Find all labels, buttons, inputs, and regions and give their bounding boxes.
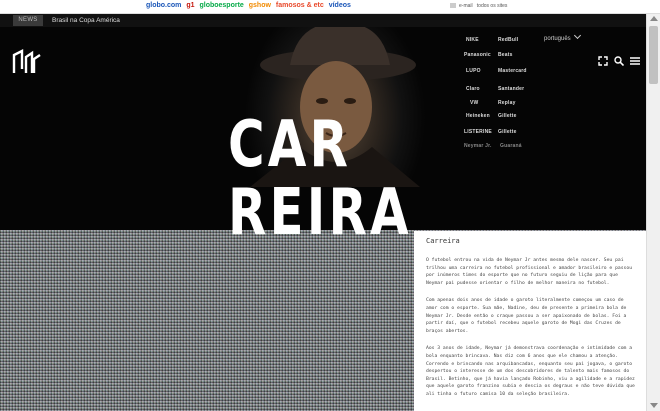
all-sites-link[interactable]: todos os sites bbox=[477, 3, 508, 9]
article-paragraph: Aos 3 anos de idade, Neymar já demonstra… bbox=[426, 346, 635, 397]
menu-icon[interactable] bbox=[630, 53, 640, 65]
hero-title-line1: CAR bbox=[228, 108, 352, 182]
sponsor-logo[interactable]: LUPO bbox=[466, 68, 481, 74]
search-icon[interactable] bbox=[614, 53, 625, 67]
language-selector[interactable]: português bbox=[544, 31, 581, 42]
vertical-scrollbar[interactable] bbox=[646, 14, 660, 411]
sponsor-logo[interactable]: Replay bbox=[498, 100, 516, 106]
email-icon bbox=[450, 3, 456, 9]
article-title: Carreira bbox=[426, 237, 460, 245]
link-famosos[interactable]: famosos & etc bbox=[276, 2, 324, 9]
sponsor-logo[interactable]: NIKE bbox=[466, 37, 479, 43]
language-label: português bbox=[544, 36, 571, 42]
sponsor-logo[interactable]: RedBull bbox=[498, 37, 518, 43]
news-headline[interactable]: Brasil na Copa América bbox=[52, 15, 120, 26]
sponsor-logo[interactable]: Claro bbox=[466, 86, 480, 92]
page: globo.com g1 globoesporte gshow famosos … bbox=[0, 0, 660, 411]
globo-top-bar: globo.com g1 globoesporte gshow famosos … bbox=[0, 0, 660, 14]
article-paragraph: O futebol entrou na vida de Neymar Jr an… bbox=[426, 258, 633, 286]
link-g1[interactable]: g1 bbox=[186, 2, 194, 9]
link-globo[interactable]: globo.com bbox=[146, 2, 181, 9]
link-gshow[interactable]: gshow bbox=[249, 2, 271, 9]
globo-right-links: e-mail todos os sites bbox=[450, 3, 507, 9]
globo-links: globo.com g1 globoesporte gshow famosos … bbox=[146, 2, 354, 9]
link-videos[interactable]: vídeos bbox=[329, 2, 351, 9]
nr-logo-icon[interactable] bbox=[12, 49, 42, 80]
scroll-up-icon[interactable] bbox=[650, 16, 658, 21]
sponsor-logo[interactable]: Beats bbox=[498, 52, 513, 58]
sponsor-logo[interactable]: Gillette bbox=[498, 129, 517, 135]
sponsor-logo[interactable]: Guaraná bbox=[500, 143, 522, 149]
scroll-down-icon[interactable] bbox=[650, 403, 658, 408]
sponsor-logo[interactable]: Santander bbox=[498, 86, 524, 92]
sponsor-logo[interactable]: Neymar Jr. bbox=[464, 143, 492, 149]
email-link[interactable]: e-mail bbox=[459, 3, 473, 9]
hero-title: CAR REIRA bbox=[228, 111, 412, 247]
article-panel: Carreira O futebol entrou na vida de Ney… bbox=[414, 231, 646, 411]
article-paragraph: Com apenas dois anos de idade o garoto l… bbox=[426, 298, 627, 334]
scroll-thumb[interactable] bbox=[649, 26, 658, 84]
link-globoesporte[interactable]: globoesporte bbox=[199, 2, 243, 9]
news-bar: NEWS Brasil na Copa América bbox=[0, 14, 646, 27]
sponsor-logo[interactable]: Mastercard bbox=[498, 68, 527, 74]
sponsor-logo[interactable]: LISTERINE bbox=[464, 129, 492, 135]
sponsor-logo[interactable]: VW bbox=[470, 100, 478, 106]
sponsor-logo[interactable]: Heineken bbox=[466, 113, 490, 119]
news-tag: NEWS bbox=[13, 15, 43, 26]
hero-title-line2: REIRA bbox=[228, 176, 412, 250]
hero-section: CAR REIRA português NIKE RedBull Panason… bbox=[0, 27, 646, 411]
expand-icon[interactable] bbox=[598, 53, 608, 66]
sponsor-logo[interactable]: Gillette bbox=[498, 113, 517, 119]
sponsor-logo[interactable]: Panasonic bbox=[464, 52, 491, 58]
